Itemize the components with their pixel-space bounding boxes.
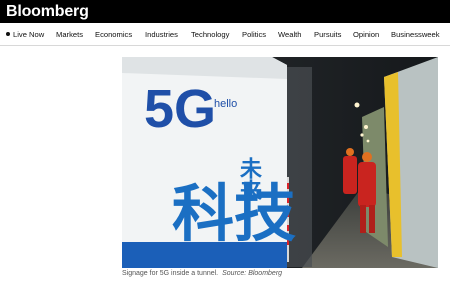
nav-item-label: Live Now <box>13 30 45 39</box>
chinese-side-text: 未来 <box>236 157 263 201</box>
nav-item-economics[interactable]: Economics <box>95 30 132 39</box>
ceiling-light <box>364 125 368 129</box>
tunnel-scene: 5G hello 科技 未来 <box>122 57 438 268</box>
top-bar: Bloomberg <box>0 0 450 23</box>
ceiling-light <box>366 139 370 143</box>
ceiling-light <box>360 133 364 137</box>
nav-item-businessweek[interactable]: Businessweek <box>391 30 440 39</box>
ceiling-light <box>354 102 360 108</box>
main-nav: Live Now Markets Economics Industries Te… <box>0 23 450 46</box>
nav-item-politics[interactable]: Politics <box>242 30 266 39</box>
hello-text: hello <box>214 98 237 110</box>
caption-source: Source: Bloomberg <box>222 270 283 277</box>
bloomberg-logo[interactable]: Bloomberg <box>6 1 89 22</box>
nav-item-wealth[interactable]: Wealth <box>278 30 302 39</box>
article-photo: 5G hello 科技 未来 <box>122 57 438 268</box>
nav-item-pursuits[interactable]: Pursuits <box>314 30 341 39</box>
caption-text: Signage for 5G inside a tunnel. <box>122 270 219 277</box>
nav-item-markets[interactable]: Markets <box>56 30 83 39</box>
nav-item-live-now[interactable]: Live Now <box>6 30 44 39</box>
chinese-calligraphy: 科技 <box>172 177 296 250</box>
photo-caption: Signage for 5G inside a tunnel. Source: B… <box>122 270 282 277</box>
nav-item-industries[interactable]: Industries <box>145 30 178 39</box>
5-glyph: 5G <box>144 79 216 139</box>
live-dot-icon <box>6 32 10 36</box>
nav-item-technology[interactable]: Technology <box>191 30 229 39</box>
nav-item-opinion[interactable]: Opinion <box>353 30 379 39</box>
